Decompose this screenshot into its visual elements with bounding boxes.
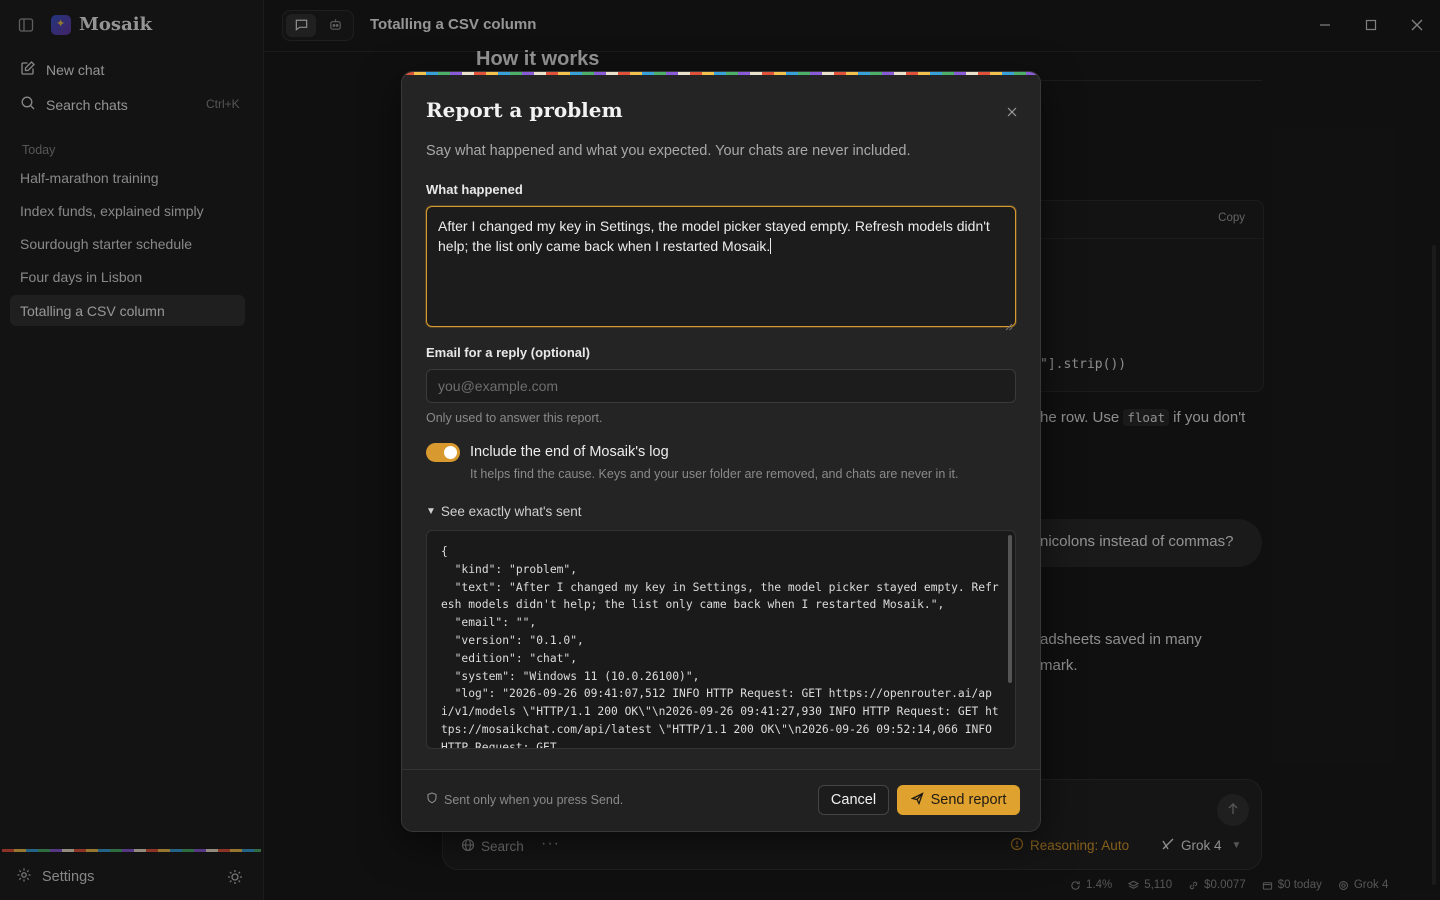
close-icon[interactable] — [1004, 104, 1020, 120]
resize-grip-icon[interactable] — [1005, 316, 1013, 331]
payload-preview[interactable]: { "kind": "problem", "text": "After I ch… — [426, 530, 1016, 749]
include-log-help: It helps find the cause. Keys and your u… — [470, 467, 959, 481]
email-label: Email for a reply (optional) — [426, 345, 590, 360]
details-label: See exactly what's sent — [440, 504, 582, 519]
send-report-label: Send report — [930, 792, 1007, 808]
dialog-footer: Sent only when you press Send. Cancel Se… — [402, 769, 1040, 831]
mosaic-stripe — [402, 72, 1040, 75]
email-hint: Only used to answer this report. — [426, 411, 603, 425]
shield-icon — [426, 792, 438, 807]
text-caret — [770, 238, 772, 254]
dialog-title: Report a problem — [426, 98, 623, 122]
footer-note-text: Sent only when you press Send. — [444, 792, 624, 807]
send-report-button[interactable]: Send report — [897, 785, 1020, 815]
payload-text: { "kind": "problem", "text": "After I ch… — [441, 545, 999, 749]
what-happened-textarea[interactable]: After I changed my key in Settings, the … — [426, 206, 1016, 331]
email-field[interactable]: you@example.com — [426, 369, 1016, 403]
include-log-toggle[interactable] — [426, 443, 460, 462]
what-happened-label: What happened — [426, 182, 523, 197]
email-placeholder: you@example.com — [438, 378, 559, 394]
report-problem-dialog: Report a problem Say what happened and w… — [401, 71, 1041, 832]
triangle-down-icon: ▼ — [426, 506, 436, 517]
textarea-value: After I changed my key in Settings, the … — [438, 218, 990, 254]
payload-scrollbar[interactable] — [1008, 535, 1012, 683]
cancel-button[interactable]: Cancel — [818, 785, 889, 815]
footer-note: Sent only when you press Send. — [426, 792, 623, 807]
include-log-label: Include the end of Mosaik's log — [470, 444, 669, 460]
paper-plane-icon — [910, 791, 924, 809]
see-whats-sent-toggle[interactable]: ▼ See exactly what's sent — [426, 504, 582, 519]
dialog-subtitle: Say what happened and what you expected.… — [426, 143, 911, 159]
